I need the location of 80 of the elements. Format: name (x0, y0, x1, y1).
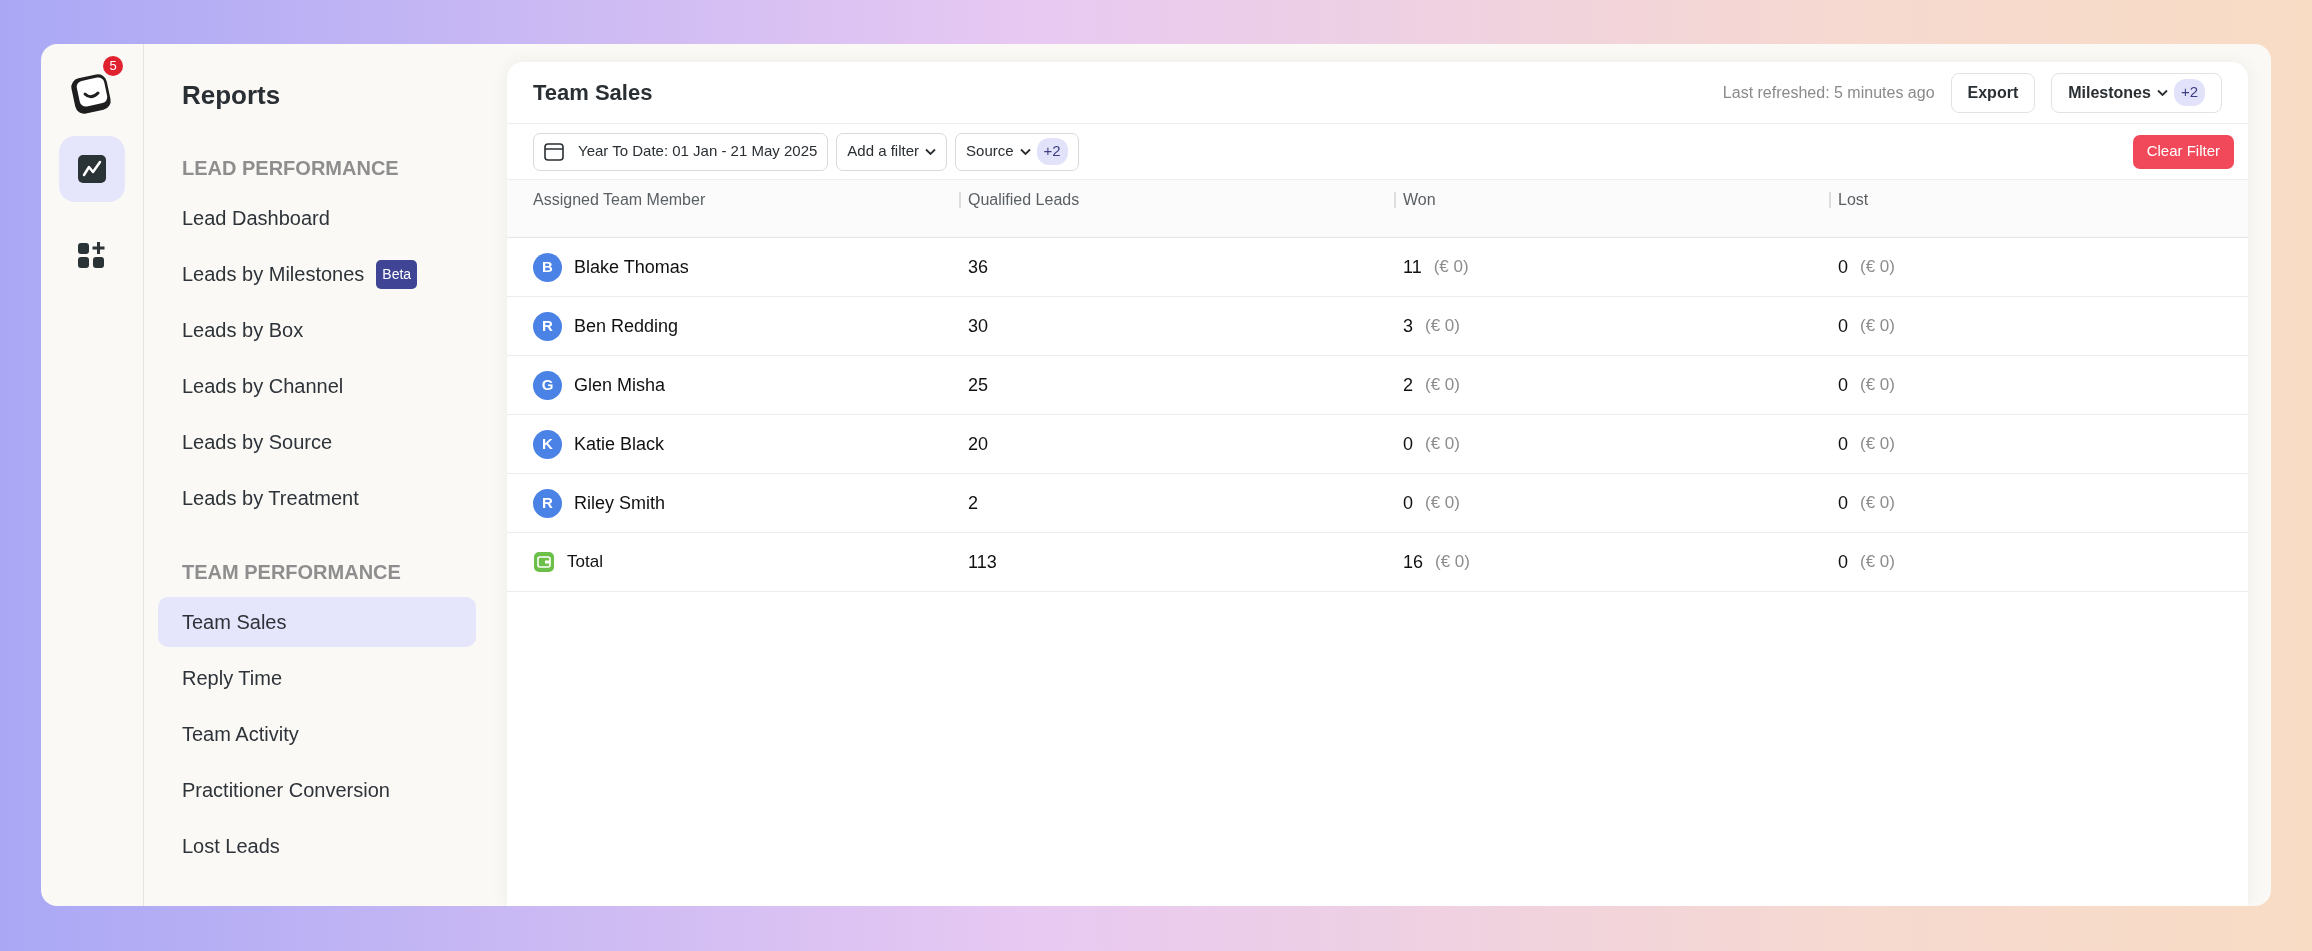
amount-value: (€ 0) (1425, 433, 1460, 456)
avatar: R (533, 488, 562, 518)
amount-value: (€ 0) (1860, 374, 1895, 397)
count-value: 0 (1838, 491, 1848, 515)
count-value: 16 (1403, 550, 1424, 574)
count-pill: +2 (1036, 138, 1068, 165)
avatar: B (533, 252, 562, 282)
sidebar-item-label: Leads by Milestones (182, 262, 365, 287)
wallet-icon (533, 551, 555, 573)
sidebar-item[interactable]: Lead Dashboard (158, 193, 476, 243)
nav-rail-button[interactable] (59, 136, 125, 202)
count-value: 0 (1838, 373, 1848, 397)
amount-value: (€ 0) (1425, 492, 1460, 515)
table-cell-text: 113 (968, 550, 997, 574)
total-label: Total (567, 551, 603, 574)
table-cell-text: 20 (968, 432, 989, 456)
avatar: R (533, 311, 562, 341)
member-name: Blake Thomas (574, 255, 689, 279)
count-pill: +2 (2173, 79, 2205, 106)
member-name: Ben Redding (574, 314, 679, 338)
add-filter-dropdown[interactable]: Add a filter (836, 132, 948, 171)
export-button[interactable]: Export (1950, 72, 2036, 113)
amount-value: (€ 0) (1433, 256, 1469, 279)
sidebar-item[interactable]: Leads by Box (158, 305, 476, 355)
count-value: 0 (1403, 491, 1413, 515)
beta-tag: Beta (376, 259, 418, 289)
amount-value: (€ 0) (1860, 315, 1895, 338)
sidebar-title: Reports (181, 79, 282, 112)
sidebar-item[interactable]: Leads by Source (158, 417, 476, 467)
table-cell-text: 25 (968, 373, 989, 397)
avatar: G (533, 370, 562, 400)
table-cell-text: 36 (968, 255, 989, 279)
count-value: 0 (1838, 550, 1848, 574)
column-header: Won (1403, 190, 1436, 211)
clear-filter-button[interactable]: Clear Filter (2132, 134, 2234, 169)
add-widget-icon (76, 239, 108, 271)
amount-value: (€ 0) (1435, 551, 1470, 574)
column-header: Qualified Leads (968, 190, 1080, 211)
sidebar-item[interactable]: Reply Time (158, 653, 476, 703)
table-cell-text: 30 (968, 314, 989, 338)
notification-count: 5 (103, 56, 123, 76)
chevron-down-icon (925, 147, 937, 156)
member-name: Glen Misha (574, 373, 666, 397)
chevron-down-icon (2156, 88, 2168, 97)
sidebar-item[interactable]: Leads by Milestones Beta (158, 249, 476, 299)
count-value: 3 (1403, 314, 1413, 338)
table-cell-text: 2 (968, 491, 978, 515)
count-value: 0 (1838, 432, 1848, 456)
sidebar-item[interactable]: Lost Leads (158, 821, 476, 871)
amount-value: (€ 0) (1860, 551, 1895, 574)
report-title: Team Sales (533, 79, 653, 107)
amount-value: (€ 0) (1860, 256, 1895, 279)
amount-value: (€ 0) (1860, 433, 1895, 456)
section-heading: TEAM PERFORMANCE (181, 560, 402, 585)
count-value: 0 (1838, 314, 1848, 338)
chevron-down-icon (1019, 147, 1031, 156)
amount-value: (€ 0) (1425, 374, 1460, 397)
date-range-filter[interactable]: Year To Date: 01 Jan - 21 May 2025 (533, 132, 829, 171)
column-header: Assigned Team Member (533, 190, 706, 211)
source-filter[interactable]: Source +2 (955, 132, 1079, 171)
sidebar-item[interactable]: Leads by Treatment (158, 473, 476, 523)
count-value: 2 (1403, 373, 1413, 397)
member-name: Katie Black (574, 432, 665, 456)
sidebar-item[interactable]: Team Sales (158, 597, 476, 647)
amount-value: (€ 0) (1860, 492, 1895, 515)
calendar-icon (544, 142, 564, 161)
amount-value: (€ 0) (1425, 315, 1460, 338)
sidebar-item[interactable]: Leads by Channel (158, 361, 476, 411)
sidebar-item[interactable]: Practitioner Conversion (158, 765, 476, 815)
section-heading: LEAD PERFORMANCE (181, 156, 400, 181)
member-name: Riley Smith (574, 491, 666, 515)
count-value: 0 (1403, 432, 1413, 456)
chart-icon (76, 153, 108, 185)
last-refreshed-text: Last refreshed: 5 minutes ago (1722, 82, 1935, 103)
count-value: 11 (1403, 255, 1422, 279)
avatar: K (533, 429, 562, 459)
count-value: 0 (1838, 255, 1848, 279)
column-header: Lost (1838, 190, 1869, 211)
milestones-dropdown[interactable]: Milestones +2 (2051, 72, 2222, 113)
sidebar-item[interactable]: Team Activity (158, 709, 476, 759)
